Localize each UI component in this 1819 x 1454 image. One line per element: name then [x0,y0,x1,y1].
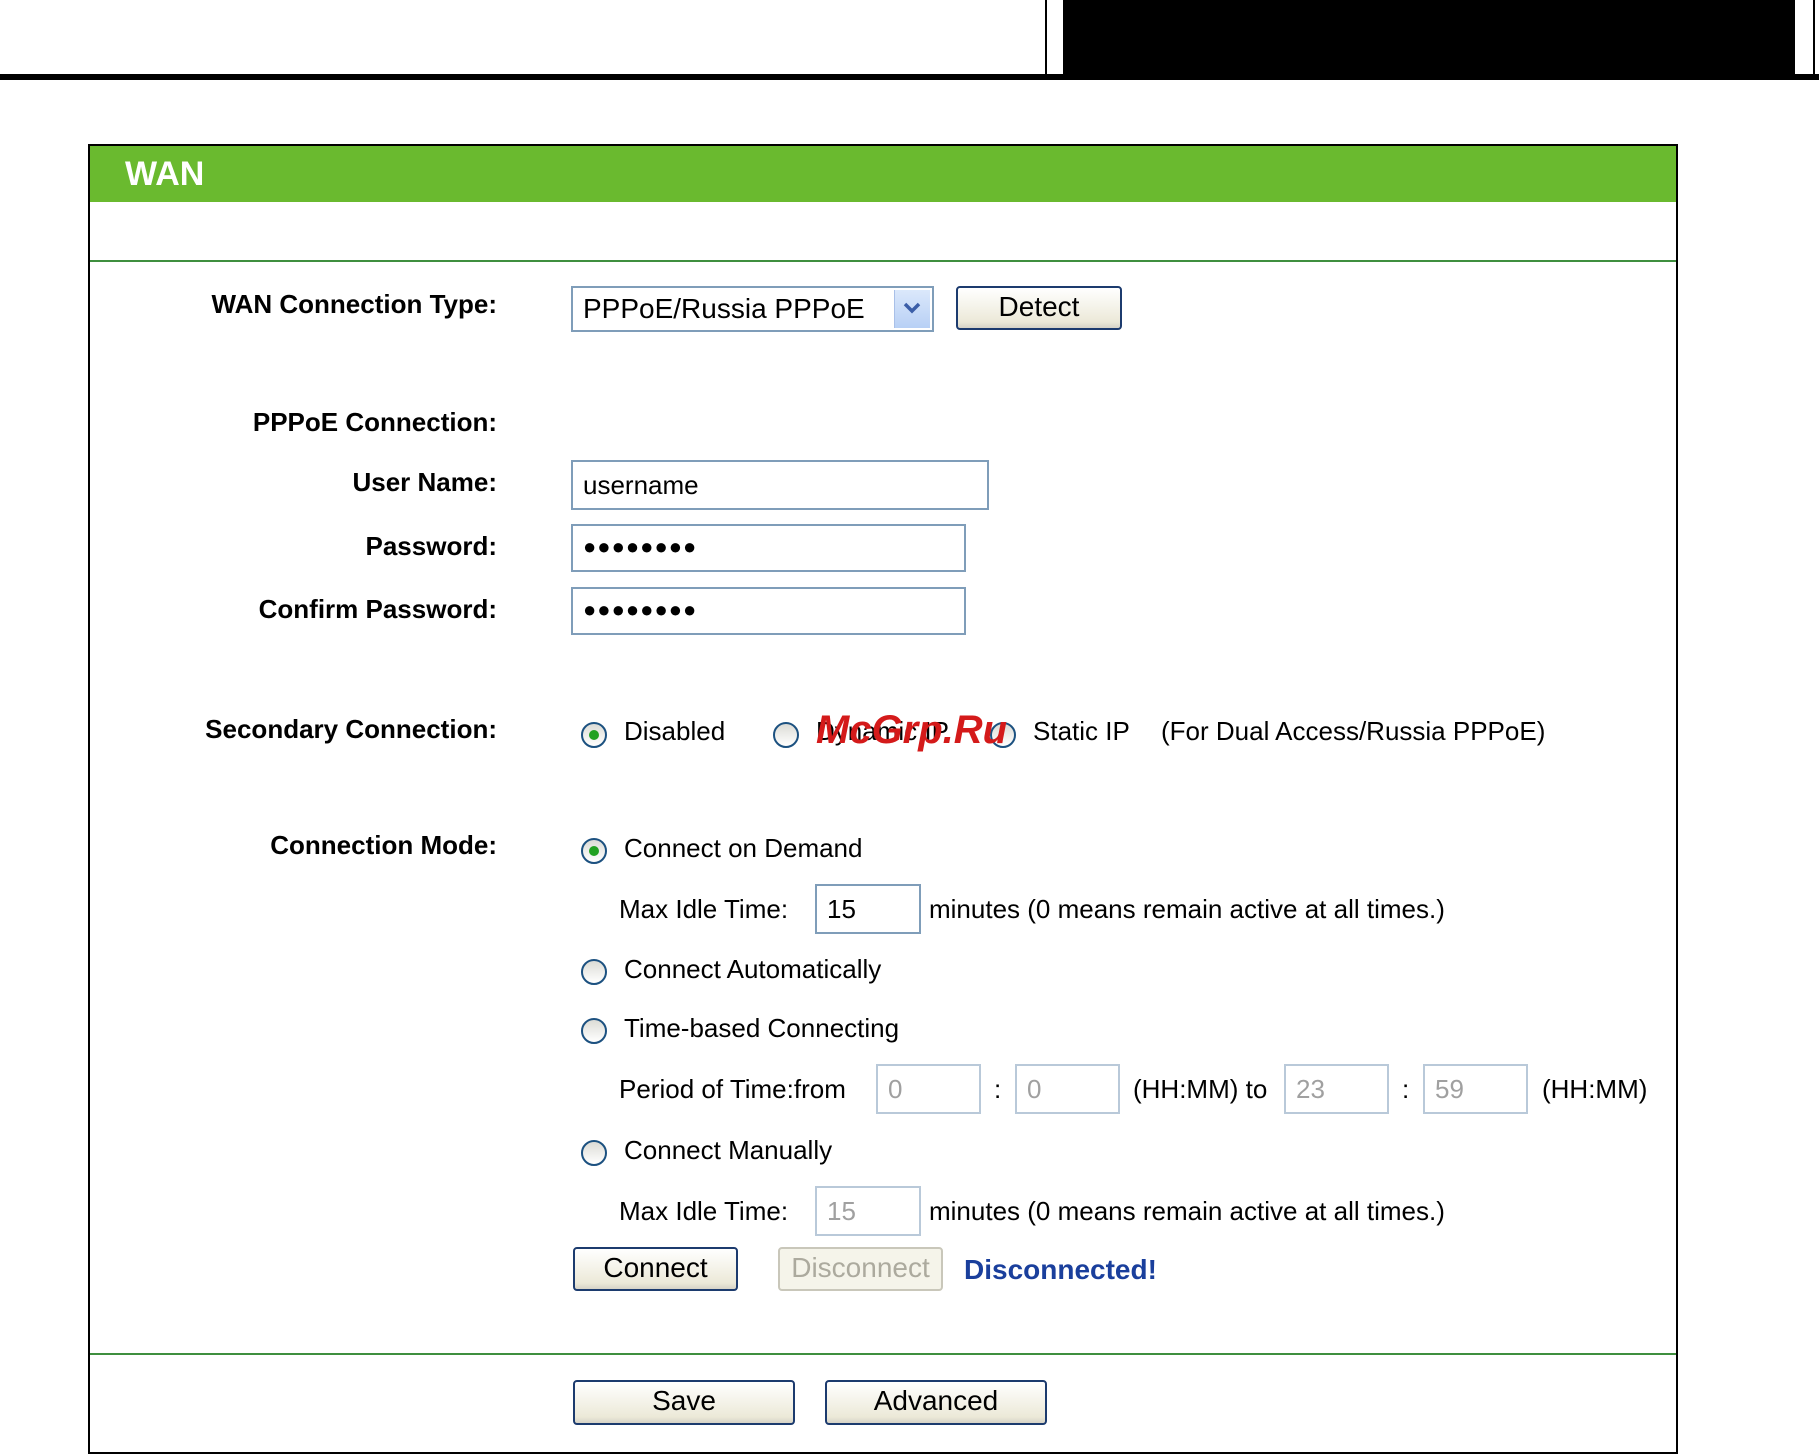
secondary-disabled-label: Disabled [624,716,726,746]
hhmm-label: (HH:MM) [1542,1074,1648,1104]
confirm-password-input[interactable]: ●●●●●●●● [571,587,966,635]
connect-on-demand-label: Connect on Demand [624,833,863,863]
secondary-disabled-radio[interactable] [581,722,607,748]
connection-type-value: PPPoE/Russia PPPoE [583,293,865,324]
manual-max-idle-note: minutes (0 means remain active at all ti… [929,1196,1445,1226]
radio-selected-dot [589,730,599,740]
header-decoration-block [1063,0,1793,78]
connect-manually-radio[interactable] [581,1140,607,1166]
connect-automatically-radio[interactable] [581,959,607,985]
password-input[interactable]: ●●●●●●●● [571,524,966,572]
manual-max-idle-input[interactable]: 15 [815,1186,921,1236]
username-input[interactable]: username [571,460,989,510]
time-colon: : [994,1074,1002,1104]
secondary-dynamic-ip-radio[interactable] [773,722,799,748]
connection-mode-label: Connection Mode: [270,830,497,860]
max-idle-time-note: minutes (0 means remain active at all ti… [929,894,1445,924]
connect-on-demand-radio[interactable] [581,838,607,864]
panel-header-bar [90,146,1676,202]
secondary-connection-label: Secondary Connection: [205,714,497,744]
from-hour-input[interactable]: 0 [876,1064,981,1114]
chevron-down-icon[interactable] [894,290,930,328]
top-separator [90,260,1676,262]
username-label: User Name: [352,467,497,497]
confirm-password-label: Confirm Password: [258,594,497,624]
secondary-note: (For Dual Access/Russia PPPoE) [1161,716,1546,746]
manual-max-idle-label: Max Idle Time: [619,1196,789,1226]
advanced-button[interactable]: Advanced [825,1380,1047,1425]
password-label: Password: [365,531,498,561]
hhmm-to-label: (HH:MM) to [1133,1074,1268,1104]
period-of-time-label: Period of Time:from [619,1074,846,1104]
disconnect-button[interactable]: Disconnect [778,1247,943,1291]
detect-button[interactable]: Detect [956,286,1122,330]
header-decoration-right [1793,0,1815,76]
connection-status: Disconnected! [964,1254,1157,1285]
save-button[interactable]: Save [573,1380,795,1425]
time-based-label: Time-based Connecting [624,1013,900,1043]
connect-automatically-label: Connect Automatically [624,954,882,984]
bottom-separator [90,1353,1676,1355]
connect-button[interactable]: Connect [573,1247,738,1291]
connection-type-label: WAN Connection Type: [211,289,497,319]
to-hour-input[interactable]: 23 [1284,1064,1389,1114]
page-title: WAN [125,155,205,193]
from-minute-input[interactable]: 0 [1015,1064,1120,1114]
time-based-radio[interactable] [581,1018,607,1044]
max-idle-time-label: Max Idle Time: [619,894,789,924]
header-rule [0,74,1819,80]
max-idle-time-input[interactable]: 15 [815,884,921,934]
to-minute-input[interactable]: 59 [1423,1064,1528,1114]
secondary-static-ip-label: Static IP [1033,716,1130,746]
header-decoration-left [1045,0,1065,76]
connect-manually-label: Connect Manually [624,1135,833,1165]
radio-selected-dot [589,846,599,856]
pppoe-section-label: PPPoE Connection: [252,407,497,437]
watermark-text: McGrp.Ru [816,708,1008,752]
time-colon: : [1402,1074,1410,1104]
connection-type-select[interactable]: PPPoE/Russia PPPoE [571,286,934,332]
